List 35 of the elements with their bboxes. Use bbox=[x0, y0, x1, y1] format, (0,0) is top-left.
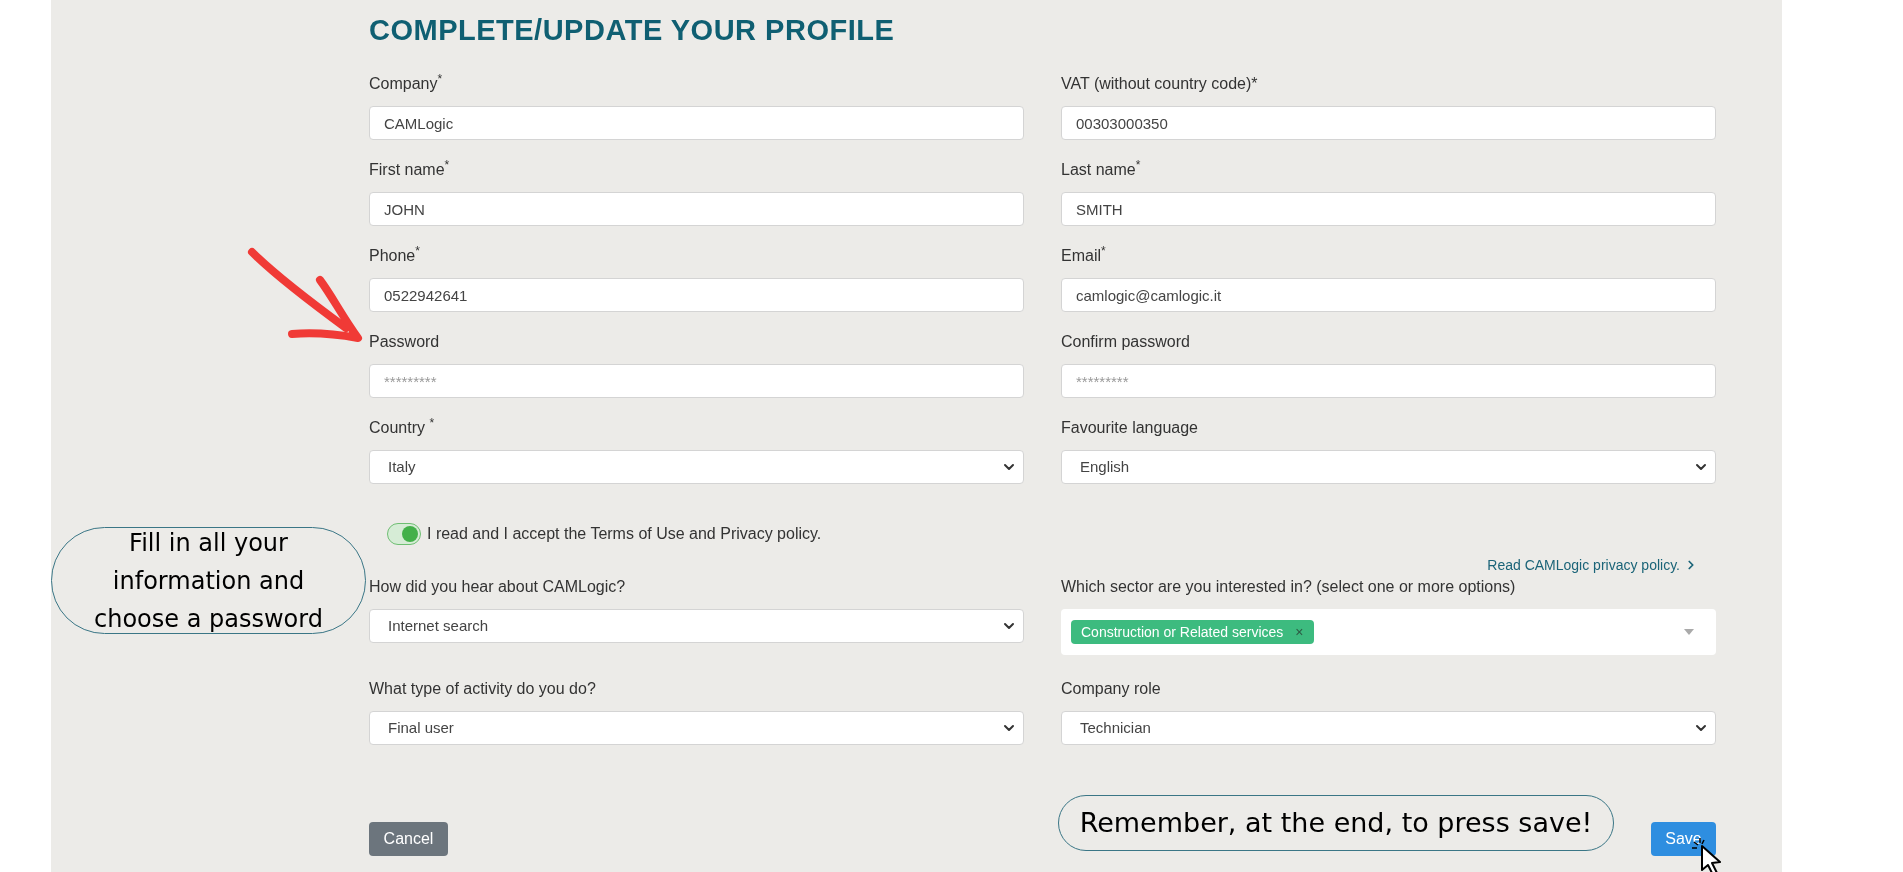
dropdown[interactable]: Italy bbox=[369, 450, 1024, 484]
text-field[interactable]: CAMLogic bbox=[369, 106, 1024, 140]
field-label: How did you hear about CAMLogic? bbox=[369, 577, 627, 597]
tag-label: Construction or Related services bbox=[1081, 622, 1284, 642]
password-field[interactable]: ********* bbox=[1061, 364, 1716, 398]
dropdown[interactable]: Final user bbox=[369, 711, 1024, 745]
field-label: Favourite language bbox=[1061, 418, 1199, 438]
field-label: Password bbox=[369, 332, 441, 352]
caret-icon bbox=[1684, 629, 1694, 635]
field-label: Last name$^{*}$ bbox=[1061, 158, 1142, 180]
field-label: Email$^{*}$ bbox=[1061, 244, 1107, 266]
text-field[interactable]: camlogic@camlogic.it bbox=[1061, 278, 1716, 312]
field-label: Phone$^{*}$ bbox=[369, 244, 421, 266]
text-field[interactable]: 00303000350 bbox=[1061, 106, 1716, 140]
field-label: Which sector are you interested in? (select one or more options) bbox=[1061, 577, 1517, 597]
privacy-policy-link[interactable]: Read CAMLogic privacy policy. bbox=[1487, 555, 1698, 575]
text-field[interactable]: SMITH bbox=[1061, 192, 1716, 226]
dropdown[interactable]: English bbox=[1061, 450, 1716, 484]
callout-bubble: Remember, at the end, to press save! bbox=[1058, 795, 1614, 851]
text-field[interactable]: 0522942641 bbox=[369, 278, 1024, 312]
field-label: VAT (without country code)* bbox=[1061, 74, 1259, 94]
field-label: Country $^{*}$ bbox=[369, 416, 436, 438]
page-title: COMPLETE/UPDATE YOUR PROFILE bbox=[369, 13, 896, 48]
field-label: Company role bbox=[1061, 679, 1162, 699]
field-label: Company$^{*}$ bbox=[369, 72, 444, 94]
field-label: What type of activity do you do? bbox=[369, 679, 597, 699]
field-label: First name$^{*}$ bbox=[369, 158, 451, 180]
password-field[interactable]: ********* bbox=[369, 364, 1024, 398]
consent-label: I read and I accept the Terms of Use and Privacy policy. bbox=[427, 524, 822, 544]
dropdown[interactable]: Technician bbox=[1061, 711, 1716, 745]
text-field[interactable]: JOHN bbox=[369, 192, 1024, 226]
field-label: Confirm password bbox=[1061, 332, 1191, 352]
dropdown[interactable]: Internet search bbox=[369, 609, 1024, 643]
cancel-button[interactable]: Cancel bbox=[369, 822, 448, 856]
callout-bubble: Fill in all your information and choose a password bbox=[51, 527, 366, 634]
